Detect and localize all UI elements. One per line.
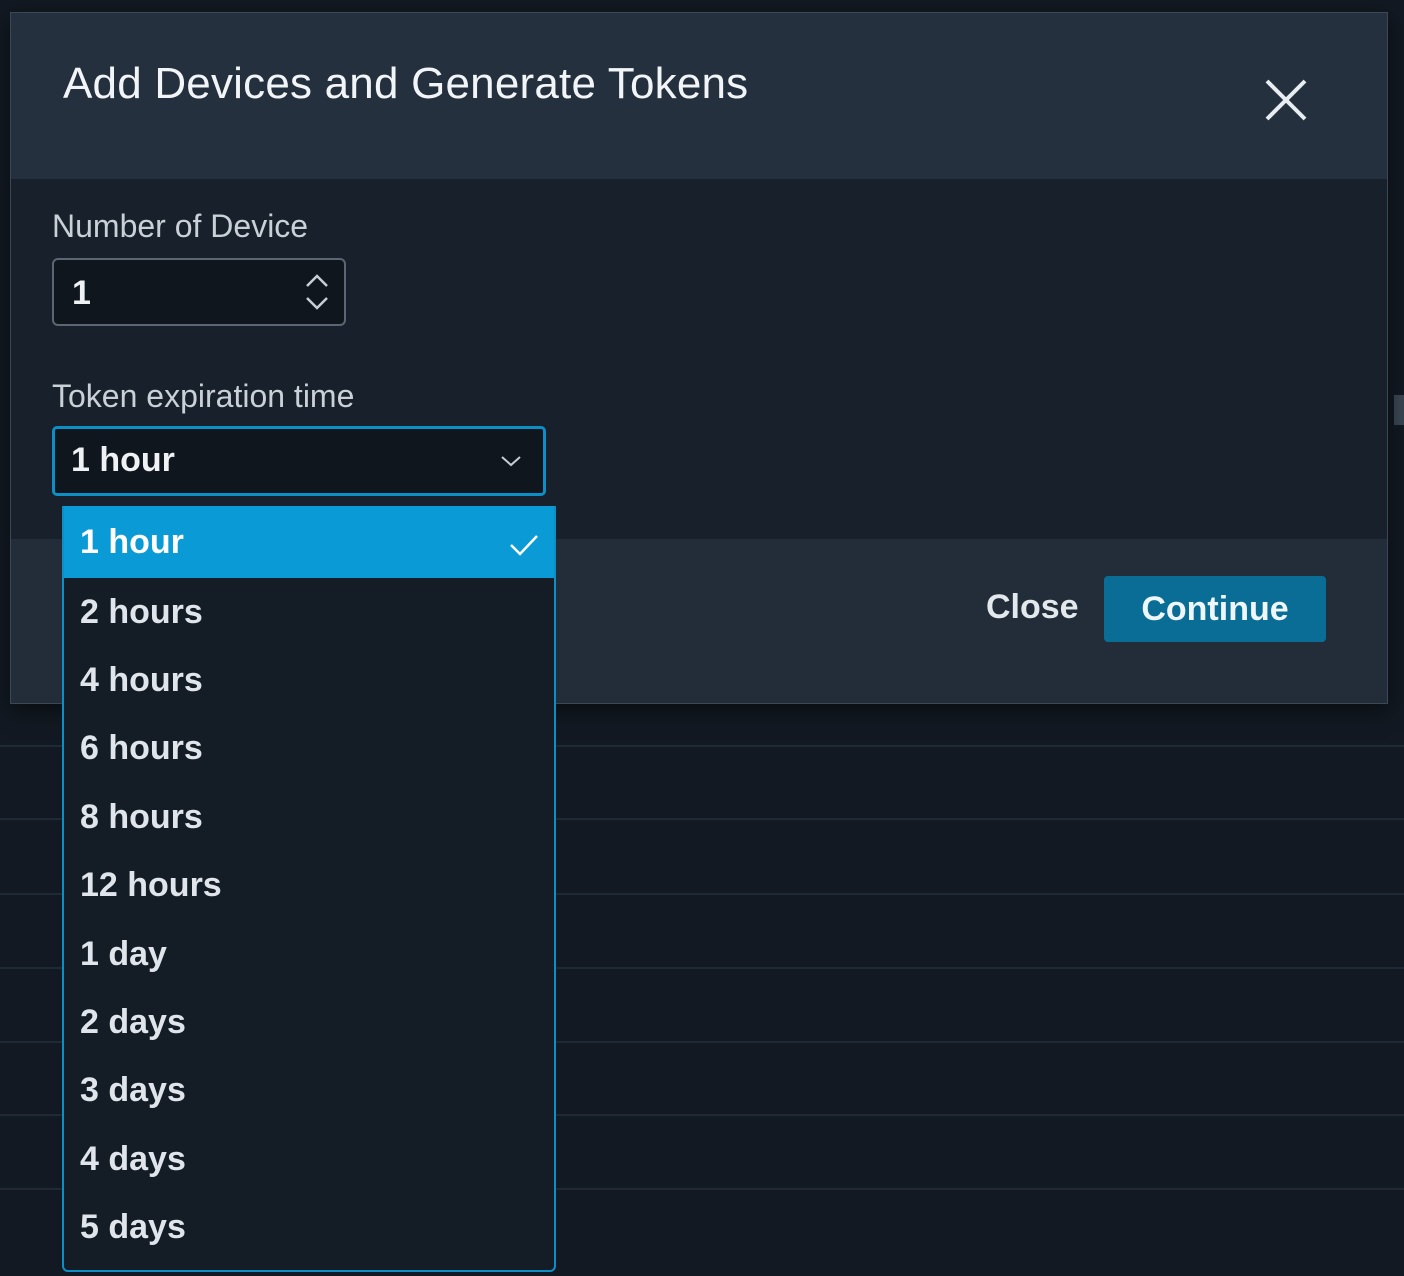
modal-title: Add Devices and Generate Tokens bbox=[63, 59, 749, 108]
dropdown-option[interactable]: 4 hours bbox=[64, 646, 554, 714]
background-scroll-edge bbox=[1394, 395, 1404, 425]
close-button[interactable]: Close bbox=[986, 588, 1079, 627]
close-icon[interactable] bbox=[1263, 77, 1309, 123]
dropdown-option-label: 8 hours bbox=[80, 797, 203, 836]
number-of-device-label: Number of Device bbox=[52, 208, 309, 244]
dropdown-option[interactable]: 3 days bbox=[64, 1057, 554, 1125]
dropdown-option-label: 1 day bbox=[80, 934, 167, 973]
dropdown-option-label: 12 hours bbox=[80, 866, 222, 905]
dropdown-option-label: 6 hours bbox=[80, 729, 203, 768]
chevron-down-icon bbox=[499, 453, 523, 469]
dropdown-option-label: 2 hours bbox=[80, 592, 203, 631]
continue-button[interactable]: Continue bbox=[1104, 576, 1326, 642]
checkmark-icon bbox=[508, 528, 540, 556]
dropdown-option[interactable]: 1 day bbox=[64, 920, 554, 988]
dropdown-option[interactable]: 5 days bbox=[64, 1194, 554, 1262]
dropdown-option[interactable]: 12 hours bbox=[64, 852, 554, 920]
dropdown-option-label: 4 days bbox=[80, 1139, 186, 1178]
token-expiration-selected-value: 1 hour bbox=[71, 441, 175, 479]
dropdown-option-label: 5 days bbox=[80, 1208, 186, 1247]
dropdown-option[interactable]: 6 hours bbox=[64, 715, 554, 783]
dropdown-option-label: 2 days bbox=[80, 1003, 186, 1042]
number-of-device-value: 1 bbox=[72, 274, 91, 312]
dropdown-option[interactable]: 8 hours bbox=[64, 783, 554, 851]
stepper-icon[interactable] bbox=[302, 270, 332, 314]
dropdown-option[interactable]: 2 hours bbox=[64, 578, 554, 646]
token-expiration-select[interactable]: 1 hour bbox=[52, 426, 546, 496]
token-expiration-dropdown: 1 hour 2 hours 4 hours 6 hours 8 hours 1… bbox=[62, 506, 556, 1272]
dropdown-option-label: 3 days bbox=[80, 1071, 186, 1110]
dropdown-option-label: 4 hours bbox=[80, 661, 203, 700]
dropdown-option[interactable]: 2 days bbox=[64, 988, 554, 1056]
token-expiration-label: Token expiration time bbox=[52, 378, 355, 414]
number-of-device-input[interactable]: 1 bbox=[52, 258, 346, 326]
dropdown-option[interactable]: 1 hour bbox=[64, 506, 554, 578]
dropdown-option[interactable]: 4 days bbox=[64, 1125, 554, 1193]
dropdown-option-label: 1 hour bbox=[80, 522, 184, 561]
modal-header: Add Devices and Generate Tokens bbox=[11, 13, 1387, 179]
